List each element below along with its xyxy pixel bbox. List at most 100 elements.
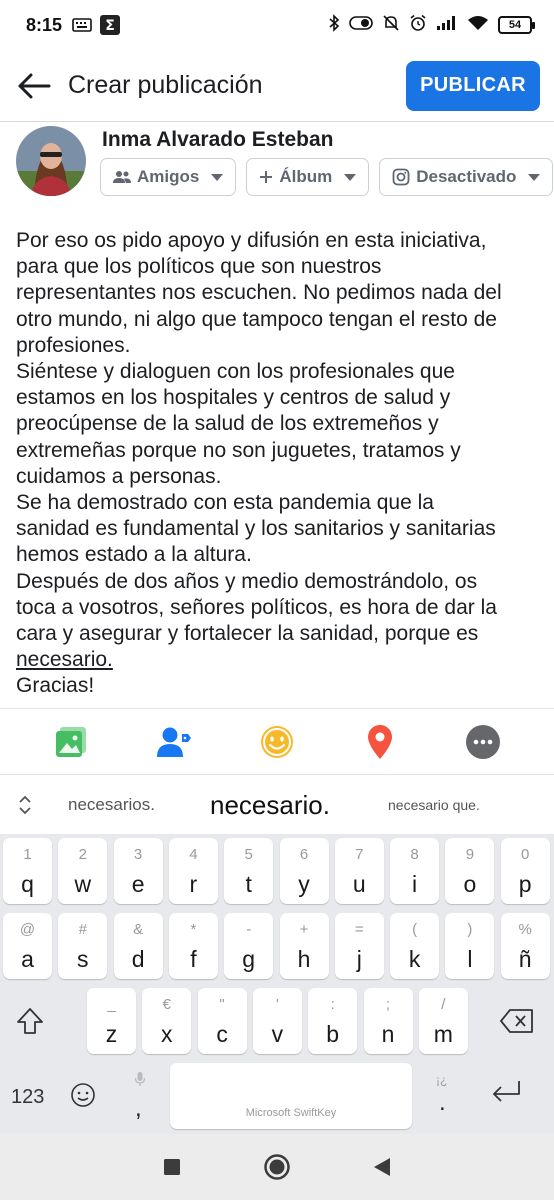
location-icon <box>367 724 392 759</box>
key-primary-label: t <box>245 871 252 897</box>
triangle-back-icon <box>373 1158 390 1176</box>
period-key[interactable]: ¡¿ . <box>420 1063 464 1129</box>
album-selector[interactable]: Álbum <box>246 158 370 196</box>
post-line: preocúpense de la salud de los extremeño… <box>16 412 439 436</box>
signal-icon <box>436 15 458 36</box>
key-x[interactable]: € x <box>142 988 192 1054</box>
key-j[interactable]: = j <box>334 913 384 979</box>
arrow-left-icon <box>18 73 51 98</box>
key-secondary-label: % <box>518 921 532 938</box>
key-y[interactable]: 6y <box>279 838 329 904</box>
muted-bell-icon <box>382 14 400 37</box>
suggestion-center[interactable]: necesario. <box>210 790 330 821</box>
emoji-key[interactable] <box>70 1082 100 1112</box>
key-t[interactable]: 5t <box>224 838 274 904</box>
shift-key[interactable] <box>5 988 54 1054</box>
post-line: Gracias! <box>16 674 95 698</box>
key-c[interactable]: " c <box>197 988 247 1054</box>
tag-people-button[interactable] <box>146 714 202 770</box>
key-primary-label: i <box>412 871 418 897</box>
back-button[interactable] <box>2 50 66 122</box>
key-secondary-label: = <box>354 921 364 938</box>
key-primary-label: f <box>190 946 197 972</box>
key-g[interactable]: -g <box>224 913 274 979</box>
comma-label: , <box>135 1095 142 1122</box>
key-i[interactable]: 8i <box>390 838 440 904</box>
home-button[interactable] <box>257 1147 297 1187</box>
key-k[interactable]: (k <box>390 913 440 979</box>
key-primary-label: z <box>105 1021 118 1047</box>
enter-icon <box>493 1081 520 1102</box>
more-options-button[interactable] <box>455 714 511 770</box>
key-l[interactable]: ) l <box>445 913 495 979</box>
post-line: hemos estado a la altura. <box>16 543 252 567</box>
post-line: representantes nos escuchen. No pedimos … <box>16 281 502 305</box>
key-q[interactable]: 1q <box>3 838 52 904</box>
key-o[interactable]: 9o <box>445 838 495 904</box>
plus-icon <box>260 171 273 183</box>
suggestion-bar: necesarios. necesario. necesario que. <box>0 774 554 834</box>
post-line: Por eso os pido apoyo y difusión en esta… <box>16 229 487 252</box>
instagram-icon <box>392 168 410 186</box>
key-n[interactable]: ; n <box>363 988 413 1054</box>
key-secondary-label: # <box>78 921 87 938</box>
key-e[interactable]: 3e <box>113 838 163 904</box>
key-b[interactable]: :b <box>308 988 358 1054</box>
backspace-key[interactable] <box>494 988 543 1054</box>
post-text-input[interactable]: Por eso os pido apoyo y difusión en esta… <box>16 228 546 700</box>
keyboard: 1q2w3e4r5t6y7u8i9o0p @ a # s & d * f - g + h = j(k) l%… <box>0 834 554 1134</box>
key-f[interactable]: * f <box>168 913 218 979</box>
key-s[interactable]: # s <box>58 913 108 979</box>
key-primary-label: h <box>297 946 311 972</box>
chevron-down-icon <box>211 173 224 181</box>
enter-key[interactable] <box>490 1078 534 1118</box>
key-secondary-label: ( <box>412 921 418 938</box>
app-bar: Crear publicación PUBLICAR <box>0 50 554 122</box>
key-u[interactable]: 7u <box>334 838 384 904</box>
audience-label: Amigos <box>137 167 200 186</box>
attachment-bar <box>0 708 554 774</box>
key-h[interactable]: + h <box>279 913 329 979</box>
key-secondary-label: _ <box>107 996 116 1013</box>
key-secondary-label: : <box>330 996 335 1013</box>
space-key[interactable]: Microsoft SwiftKey <box>170 1063 412 1129</box>
comma-key[interactable]: , <box>118 1063 162 1129</box>
feeling-button[interactable] <box>249 714 305 770</box>
composing-word: necesario. <box>16 648 113 672</box>
key-w[interactable]: 2w <box>58 838 108 904</box>
numbers-key[interactable]: 123 <box>11 1086 44 1109</box>
publish-button[interactable]: PUBLICAR <box>406 60 540 111</box>
instagram-selector[interactable]: Desactivado <box>379 158 554 196</box>
chevron-down-icon <box>528 173 541 181</box>
key-primary-label: k <box>408 946 421 972</box>
tag-people-icon <box>157 727 192 757</box>
audience-selector[interactable]: Amigos <box>100 158 237 196</box>
key-secondary-label: / <box>441 996 446 1013</box>
back-nav-button[interactable] <box>362 1147 402 1187</box>
more-icon <box>465 724 500 759</box>
key-primary-label: d <box>131 946 145 972</box>
key-secondary-label: @ <box>19 921 36 938</box>
album-label: Álbum <box>279 167 333 186</box>
photo-button[interactable] <box>43 714 99 770</box>
expand-toolbar-button[interactable] <box>0 794 50 816</box>
key-m[interactable]: / m <box>418 988 468 1054</box>
key-primary-label: o <box>463 871 477 897</box>
post-line: Después de dos años y medio demostrándol… <box>16 569 478 593</box>
key-d[interactable]: & d <box>113 913 163 979</box>
suggestion-left[interactable]: necesarios. <box>68 795 155 815</box>
post-line: Siéntese y dialoguen con los profesional… <box>16 360 455 384</box>
key-secondary-label: & <box>133 921 144 938</box>
key-z[interactable]: _ z <box>87 988 136 1054</box>
status-time: 8:15 <box>26 14 63 35</box>
key-a[interactable]: @ a <box>3 913 52 979</box>
key-r[interactable]: 4r <box>168 838 218 904</box>
key-p[interactable]: 0p <box>500 838 550 904</box>
location-button[interactable] <box>352 714 408 770</box>
post-line: Se ha demostrado con esta pandemia que l… <box>16 491 434 515</box>
key-v[interactable]: ' v <box>252 988 302 1054</box>
key-primary-label: ñ <box>518 946 532 972</box>
recents-button[interactable] <box>152 1147 192 1187</box>
key-ñ[interactable]: % ñ <box>500 913 550 979</box>
suggestion-right[interactable]: necesario que. <box>388 797 480 813</box>
